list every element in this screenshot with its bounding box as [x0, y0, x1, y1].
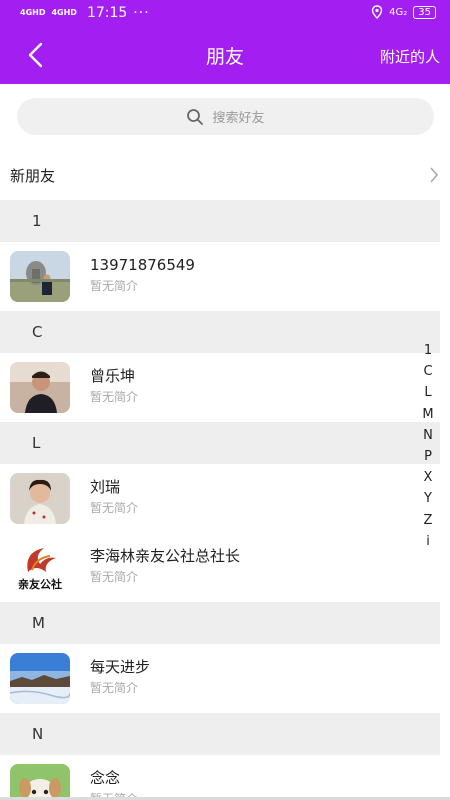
friend-name: 刘瑞	[90, 478, 121, 496]
avatar	[10, 251, 70, 302]
avatar: 亲友公社	[10, 542, 70, 593]
index-letter[interactable]: N	[423, 425, 433, 446]
signal-indicator-1: 4GHD	[20, 8, 46, 17]
new-friends-label: 新朋友	[10, 166, 56, 185]
index-letter[interactable]: Z	[424, 510, 433, 531]
friend-list: 1 13971876549 暂无简介 C 曾乐坤 暂无简介 L 刘瑞 暂无简介 …	[0, 200, 440, 800]
friend-name: 每天进步	[90, 658, 151, 676]
friend-intro: 暂无简介	[90, 279, 139, 293]
avatar	[10, 764, 70, 800]
search-placeholder: 搜索好友	[212, 111, 265, 126]
alphabet-index[interactable]: 1 C L M N P X Y Z i	[420, 340, 436, 552]
index-letter[interactable]: i	[426, 531, 430, 552]
avatar	[10, 653, 70, 704]
battery-indicator: 35	[413, 5, 436, 19]
friend-intro: 暂无简介	[90, 390, 139, 404]
index-letter[interactable]: P	[424, 446, 432, 467]
section-header-n: N	[0, 713, 440, 755]
location-icon	[371, 5, 383, 19]
index-letter[interactable]: X	[424, 467, 433, 488]
signal-indicator-2: 4GHD	[51, 8, 77, 17]
nearby-people-button[interactable]: 附近的人	[380, 46, 440, 67]
friend-intro: 暂无简介	[90, 501, 139, 515]
section-header-1: 1	[0, 200, 440, 242]
friend-row[interactable]: 念念 暂无简介	[0, 755, 440, 800]
new-friends-row[interactable]: 新朋友	[0, 150, 440, 200]
index-letter[interactable]: C	[423, 361, 432, 382]
friend-row[interactable]: 亲友公社 李海林亲友公社总社长 暂无简介	[0, 533, 440, 602]
app-header: 4GHD 4GHD 17:15 ··· 4G₂ 35 朋友 附近的人	[0, 0, 450, 84]
index-letter[interactable]: 1	[424, 340, 432, 361]
friend-row[interactable]: 13971876549 暂无简介	[0, 242, 440, 311]
friend-row[interactable]: 每天进步 暂无简介	[0, 644, 440, 713]
section-header-m: M	[0, 602, 440, 644]
avatar	[10, 473, 70, 524]
chevron-right-icon	[430, 167, 439, 183]
index-letter[interactable]: Y	[424, 488, 432, 509]
status-bar: 4GHD 4GHD 17:15 ··· 4G₂ 35	[0, 0, 450, 26]
status-time: 17:15	[86, 5, 128, 21]
search-icon	[187, 108, 204, 125]
friend-row[interactable]: 曾乐坤 暂无简介	[0, 353, 440, 422]
friend-row[interactable]: 刘瑞 暂无简介	[0, 464, 440, 533]
search-input[interactable]: 搜索好友	[17, 98, 434, 135]
friend-name: 13971876549	[90, 256, 195, 274]
network-type: 4G₂	[389, 6, 408, 18]
friend-intro: 暂无简介	[90, 570, 139, 584]
section-header-c: C	[0, 311, 440, 353]
index-letter[interactable]: L	[424, 382, 431, 403]
notification-dots: ···	[133, 5, 150, 21]
logo-text: 亲友公社	[18, 577, 62, 591]
friend-name: 念念	[90, 769, 121, 787]
search-area: 搜索好友	[0, 84, 450, 150]
friend-name: 曾乐坤	[90, 367, 136, 385]
friend-intro: 暂无简介	[90, 681, 139, 695]
friend-name: 李海林亲友公社总社长	[90, 547, 241, 565]
section-header-l: L	[0, 422, 440, 464]
index-letter[interactable]: M	[422, 404, 433, 425]
avatar	[10, 362, 70, 413]
